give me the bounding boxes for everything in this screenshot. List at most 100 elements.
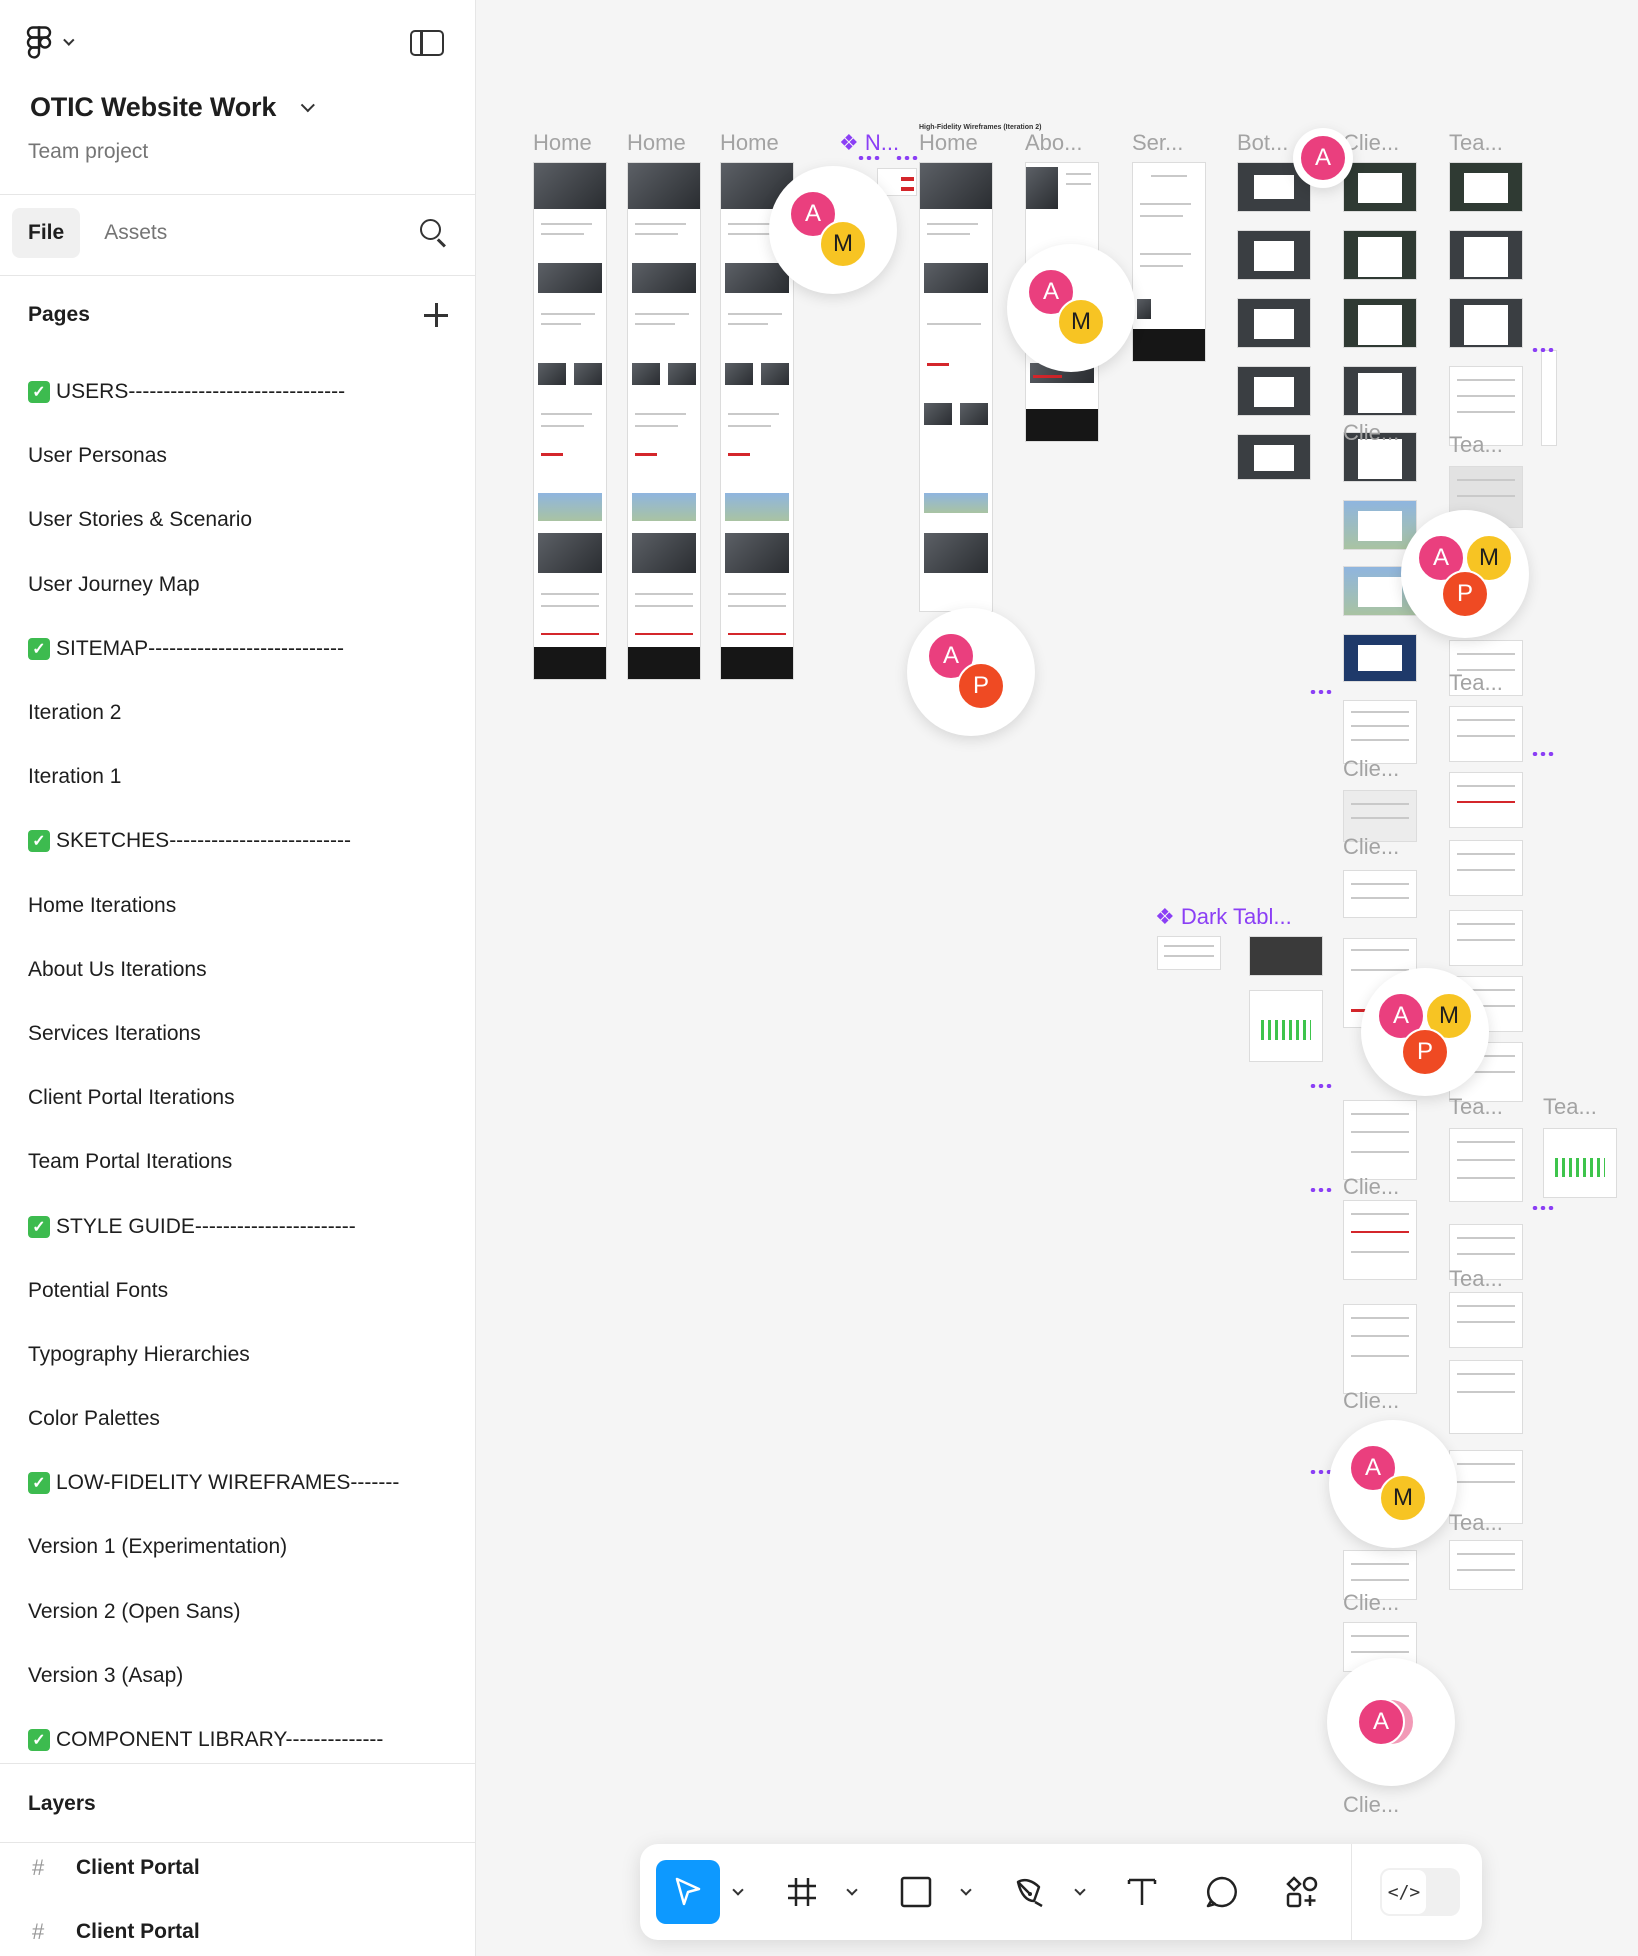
client-frame[interactable] (1343, 634, 1417, 682)
collaborator-cursor-bubble[interactable]: A M P (1401, 510, 1529, 638)
page-item[interactable]: Typography Hierarchies (0, 1323, 475, 1387)
page-item[interactable]: User Stories & Scenario (0, 488, 475, 552)
page-item[interactable]: Iteration 2 (0, 681, 475, 745)
dashboard-frame[interactable] (1543, 1128, 1617, 1198)
dashboard-frame[interactable] (1249, 990, 1323, 1062)
project-name[interactable]: Team project (28, 140, 148, 164)
frame-label-team[interactable]: Tea... (1449, 1094, 1503, 1120)
frame-label-team[interactable]: Tea... (1449, 1510, 1503, 1536)
frame-label-client[interactable]: Clie... (1343, 420, 1399, 446)
bot-frame[interactable] (1237, 434, 1311, 480)
team-frame[interactable] (1449, 706, 1523, 762)
text-tool-button[interactable] (1110, 1860, 1174, 1924)
frame-label-home[interactable]: Home (720, 130, 779, 156)
frame-label-home[interactable]: Home (533, 130, 592, 156)
more-dots-icon[interactable] (1309, 1084, 1333, 1088)
bot-frame[interactable] (1237, 230, 1311, 280)
team-frame[interactable] (1449, 910, 1523, 966)
more-dots-icon[interactable] (895, 156, 919, 160)
page-item[interactable]: Iteration 1 (0, 745, 475, 809)
component-frame[interactable] (1541, 350, 1557, 446)
client-frame[interactable] (1343, 298, 1417, 348)
team-frame[interactable] (1449, 1540, 1523, 1590)
page-item[interactable]: Potential Fonts (0, 1259, 475, 1323)
more-dots-icon[interactable] (1531, 752, 1555, 756)
file-name-menu[interactable]: OTIC Website Work (30, 92, 316, 123)
page-item[interactable]: ✓ USERS------------------------------- (0, 360, 475, 424)
frame-label-client[interactable]: Clie... (1343, 1388, 1399, 1414)
team-frame[interactable] (1449, 772, 1523, 828)
tab-file[interactable]: File (12, 208, 81, 258)
page-item[interactable]: User Journey Map (0, 553, 475, 617)
team-frame[interactable] (1449, 1360, 1523, 1434)
page-item[interactable]: Team Portal Iterations (0, 1130, 475, 1194)
frame-label-bot[interactable]: Bot... (1237, 130, 1288, 156)
actions-tool-button[interactable] (1270, 1860, 1334, 1924)
page-item[interactable]: About Us Iterations (0, 938, 475, 1002)
client-frame[interactable] (1343, 1100, 1417, 1180)
more-dots-icon[interactable] (1309, 1188, 1333, 1192)
frame-label-team[interactable]: Tea... (1449, 432, 1503, 458)
team-frame[interactable] (1449, 1128, 1523, 1202)
page-item[interactable]: Client Portal Iterations (0, 1066, 475, 1130)
frame-tool-button[interactable] (770, 1860, 834, 1924)
team-frame[interactable] (1449, 1292, 1523, 1348)
page-item[interactable]: ✓ SKETCHES-------------------------- (0, 809, 475, 873)
more-dots-icon[interactable] (1531, 348, 1555, 352)
layer-item[interactable]: # Client Portal (0, 1838, 475, 1898)
bot-frame[interactable] (1237, 298, 1311, 348)
search-icon[interactable] (420, 219, 446, 248)
frame-label-client[interactable]: Clie... (1343, 1174, 1399, 1200)
client-frame[interactable] (1343, 162, 1417, 212)
frame-label-client[interactable]: Clie... (1343, 1792, 1399, 1818)
bot-frame[interactable] (1237, 366, 1311, 416)
frame-label-home[interactable]: Home (627, 130, 686, 156)
component-label[interactable]: ❖ N... (839, 130, 899, 156)
more-dots-icon[interactable] (1531, 1206, 1555, 1210)
client-frame[interactable] (1343, 500, 1417, 550)
frame-label-team[interactable]: Tea... (1449, 130, 1503, 156)
chevron-down-icon[interactable] (1074, 1884, 1086, 1896)
collaborator-cursor-bubble[interactable]: A M P (1361, 968, 1489, 1096)
home-frame[interactable] (627, 162, 701, 680)
client-frame[interactable] (1343, 870, 1417, 918)
collaborator-cursor-bubble[interactable]: A (1293, 128, 1353, 188)
client-frame[interactable] (1343, 1304, 1417, 1394)
page-item[interactable]: Home Iterations (0, 874, 475, 938)
collaborator-cursor-bubble[interactable]: A M (1329, 1420, 1457, 1548)
main-menu-button[interactable] (26, 26, 75, 60)
add-page-icon[interactable] (424, 303, 448, 327)
frame-label-team[interactable]: Tea... (1449, 1266, 1503, 1292)
page-item[interactable]: Version 2 (Open Sans) (0, 1580, 475, 1644)
client-frame[interactable] (1343, 700, 1417, 764)
page-item[interactable]: Color Palettes (0, 1387, 475, 1451)
frame-label-home[interactable]: Home (919, 130, 978, 156)
collaborator-cursor-bubble[interactable]: A M (769, 166, 897, 294)
tab-assets[interactable]: Assets (88, 208, 183, 258)
team-frame[interactable] (1449, 298, 1523, 348)
team-frame[interactable] (1449, 840, 1523, 896)
client-frame[interactable] (1343, 366, 1417, 416)
page-item[interactable]: Services Iterations (0, 1002, 475, 1066)
more-dots-icon[interactable] (1309, 690, 1333, 694)
page-item[interactable]: Version 1 (Experimentation) (0, 1515, 475, 1579)
frame-label-about[interactable]: Abo... (1025, 130, 1082, 156)
collaborator-cursor-bubble[interactable]: A M (1007, 244, 1135, 372)
client-frame[interactable] (1343, 1200, 1417, 1280)
collaborator-cursor-bubble[interactable]: A P (907, 608, 1035, 736)
frame-label-client[interactable]: Clie... (1343, 756, 1399, 782)
services-frame[interactable] (1132, 162, 1206, 362)
frame-label-team[interactable]: Tea... (1449, 670, 1503, 696)
design-canvas[interactable]: Home Home Home ❖ N... High-Fidelity Wire… (477, 0, 1638, 1956)
frame-label-client[interactable]: Clie... (1343, 834, 1399, 860)
client-frame[interactable] (1343, 230, 1417, 280)
page-item[interactable]: User Personas (0, 424, 475, 488)
toggle-sidebar-icon[interactable] (410, 30, 444, 56)
dev-mode-toggle[interactable]: </> (1380, 1868, 1460, 1916)
team-frame[interactable] (1449, 230, 1523, 280)
page-item[interactable]: ✓ SITEMAP---------------------------- (0, 617, 475, 681)
home-frame[interactable] (919, 162, 993, 612)
move-tool-button[interactable] (656, 1860, 720, 1924)
chevron-down-icon[interactable] (732, 1884, 744, 1896)
team-frame[interactable] (1449, 162, 1523, 212)
